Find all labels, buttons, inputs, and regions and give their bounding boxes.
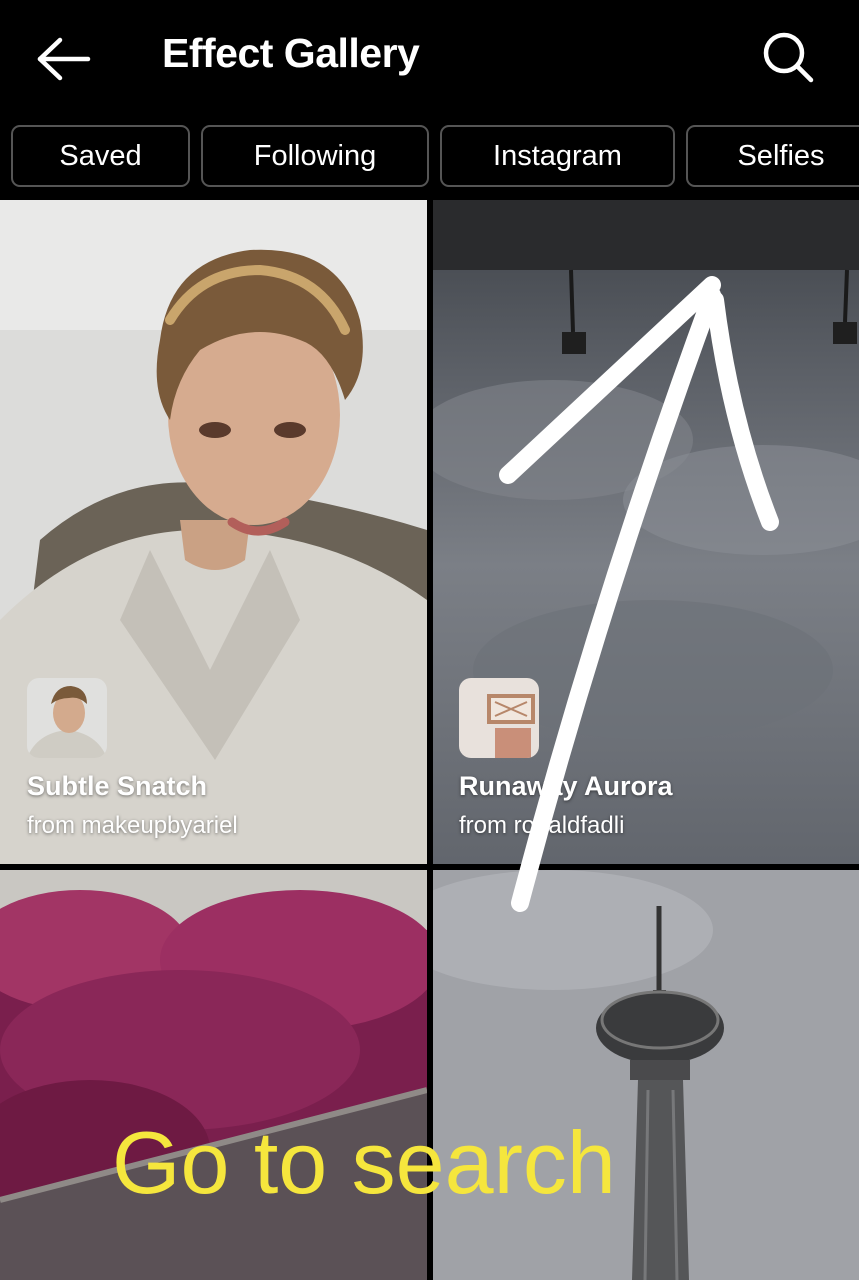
tab-following[interactable]: Following [201, 125, 429, 187]
top-bar: Effect Gallery [0, 0, 859, 118]
effect-tile-flowers[interactable] [0, 870, 427, 1280]
page-title: Effect Gallery [162, 30, 420, 76]
tab-saved[interactable]: Saved [11, 125, 190, 187]
back-button[interactable] [34, 34, 94, 84]
tab-selfies[interactable]: Selfies [686, 125, 859, 187]
category-tabs: Saved Following Instagram Selfies [0, 125, 859, 191]
creator-avatar [459, 678, 539, 758]
annotation-caption: Go to search [112, 1113, 616, 1212]
effect-tile-subtle-snatch[interactable]: Subtle Snatch from makeupbyariel [0, 200, 427, 864]
effect-preview-flowers [0, 870, 427, 1280]
creator-avatar [27, 678, 107, 758]
avatar-image [459, 678, 539, 758]
avatar-image [27, 678, 107, 758]
effect-creator: from ronaldfadli [459, 812, 625, 839]
effect-tile-tower[interactable] [433, 870, 859, 1280]
effect-preview-portrait [0, 200, 427, 864]
effect-preview-sky [433, 200, 859, 740]
effect-name: Runaway Aurora [459, 771, 673, 801]
arrow-left-icon [37, 37, 91, 81]
effect-preview-tower [433, 870, 859, 1280]
search-button[interactable] [758, 28, 818, 88]
tab-instagram[interactable]: Instagram [440, 125, 675, 187]
search-icon [763, 32, 814, 83]
effect-tile-runaway-aurora[interactable]: Runaway Aurora from ronaldfadli [433, 200, 859, 864]
effect-creator: from makeupbyariel [27, 812, 238, 839]
effect-name: Subtle Snatch [27, 771, 208, 801]
